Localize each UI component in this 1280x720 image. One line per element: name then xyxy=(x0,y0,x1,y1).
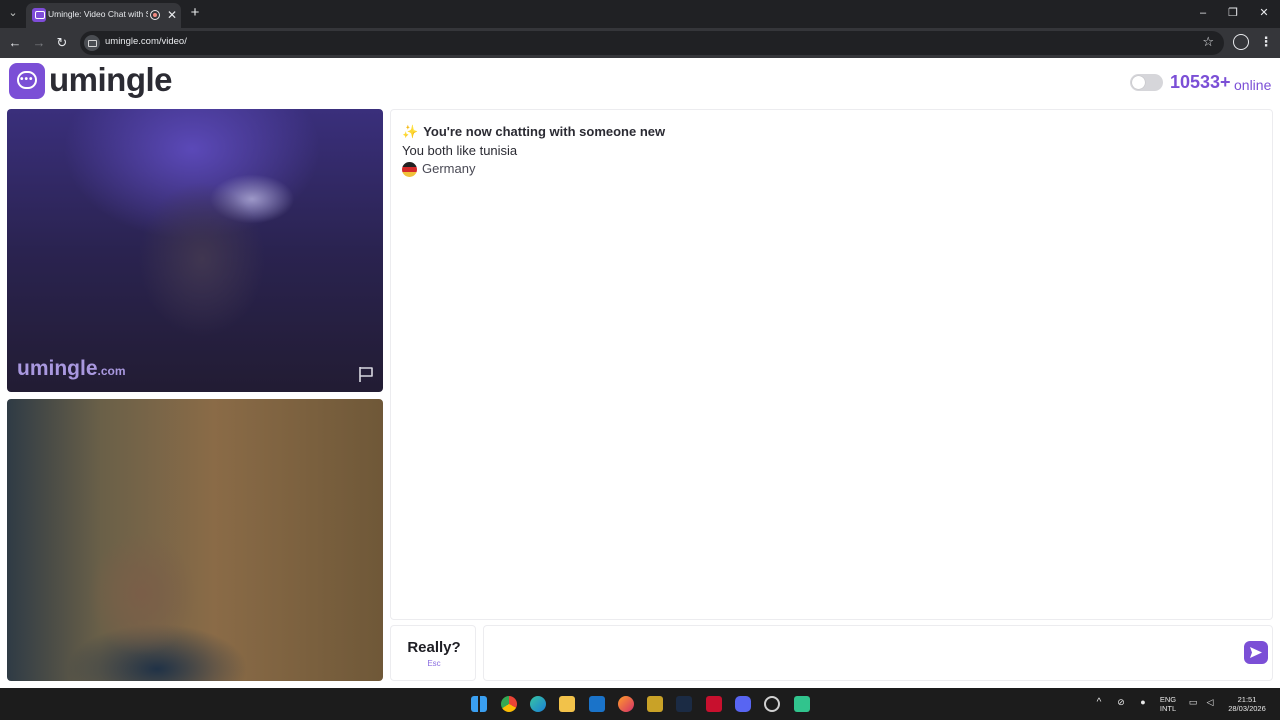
file-explorer-icon[interactable] xyxy=(559,696,575,712)
restore-button[interactable]: ❐ xyxy=(1223,5,1243,21)
self-video xyxy=(7,399,383,681)
watermark-text: umingle xyxy=(17,357,98,380)
recording-indicator-icon xyxy=(150,10,160,20)
online-label: online xyxy=(1234,77,1272,93)
umingle-favicon-icon xyxy=(32,8,46,22)
adobe-app-icon[interactable] xyxy=(706,696,722,712)
chat-system-message: ✨ You're now chatting with someone new xyxy=(402,124,665,140)
tab-search-icon[interactable]: ⌄ xyxy=(5,5,21,21)
display-icon[interactable]: ▭ xyxy=(1186,698,1200,707)
clock[interactable]: 21:51 28/03/2026 xyxy=(1222,695,1272,713)
window-close-button[interactable]: ✕ xyxy=(1254,5,1274,21)
sparkle-icon: ✨ xyxy=(402,124,419,139)
browser-menu-icon[interactable]: ⋮ xyxy=(1258,34,1274,50)
volume-icon[interactable]: ◁ xyxy=(1203,698,1217,707)
reload-icon[interactable]: ↻ xyxy=(53,34,71,52)
clock-time: 21:51 xyxy=(1237,695,1257,704)
clock-date: 28/03/2026 xyxy=(1228,704,1266,713)
umingle-page: ••• umingle 10533+ online umingle.com ✨ Y… xyxy=(0,58,1280,688)
stop-button[interactable]: Really? Esc xyxy=(390,625,476,681)
language-top: ENG xyxy=(1159,695,1177,704)
stranger-country: Germany xyxy=(422,161,476,176)
windows-start-icon[interactable] xyxy=(471,696,487,712)
chat-app-icon[interactable] xyxy=(794,696,810,712)
system-message-text: You're now chatting with someone new xyxy=(423,124,666,139)
online-count: 10533+ xyxy=(1170,72,1231,92)
tab-close-icon[interactable]: ✕ xyxy=(165,7,179,23)
logo-wordmark[interactable]: umingle xyxy=(49,61,173,99)
app-icon[interactable] xyxy=(764,696,780,712)
logo-dots: ••• xyxy=(20,74,34,85)
site-info-icon[interactable] xyxy=(84,35,100,51)
minimize-button[interactable]: – xyxy=(1193,5,1213,21)
video-watermark: umingle.com xyxy=(17,357,126,381)
send-button[interactable] xyxy=(1244,641,1268,664)
browser-tab-active[interactable]: Umingle: Video Chat with S ✕ xyxy=(26,3,181,28)
bookmark-star-icon[interactable]: ☆ xyxy=(1202,34,1214,50)
firefox-icon[interactable] xyxy=(618,696,634,712)
edge-icon[interactable] xyxy=(530,696,546,712)
send-icon xyxy=(1250,647,1262,658)
germany-flag-icon xyxy=(402,162,417,177)
windows-taskbar: ^ ⊘ ● ENG INTL ▭ ◁ 21:51 28/03/2026 xyxy=(0,688,1280,720)
tab-title: Umingle: Video Chat with S xyxy=(48,9,148,19)
notes-app-icon[interactable] xyxy=(647,696,663,712)
stranger-video: umingle.com xyxy=(7,109,383,392)
new-tab-button[interactable]: + xyxy=(187,5,203,21)
forward-arrow-icon[interactable]: → xyxy=(30,34,48,52)
address-bar[interactable]: umingle.com/video/ ☆ xyxy=(80,31,1224,55)
stop-button-label: Really? xyxy=(407,639,461,656)
stop-shortcut-hint: Esc xyxy=(427,659,441,668)
address-url[interactable]: umingle.com/video/ xyxy=(105,36,187,47)
discord-icon[interactable] xyxy=(735,696,751,712)
profile-icon[interactable] xyxy=(1233,34,1249,50)
browser-toolbar: ← → ↻ umingle.com/video/ ☆ xyxy=(0,28,1280,58)
theme-toggle[interactable] xyxy=(1130,74,1163,91)
report-flag-icon[interactable] xyxy=(357,365,375,383)
umingle-logo-icon[interactable]: ••• xyxy=(9,63,45,99)
chrome-icon[interactable] xyxy=(501,696,517,712)
back-arrow-icon[interactable]: ← xyxy=(6,34,24,52)
outlook-icon[interactable] xyxy=(589,696,605,712)
language-indicator[interactable]: ENG INTL xyxy=(1157,695,1179,713)
browser-tab-bar: ⌄ Umingle: Video Chat with S ✕ + – ❐ ✕ xyxy=(0,0,1280,28)
language-bottom: INTL xyxy=(1159,704,1177,713)
message-input[interactable] xyxy=(483,625,1273,681)
tray-chevron-icon[interactable]: ^ xyxy=(1093,698,1105,708)
chat-log: ✨ You're now chatting with someone new Yo… xyxy=(390,109,1273,620)
common-interest-message: You both like tunisia xyxy=(402,143,518,158)
steam-icon[interactable] xyxy=(676,696,692,712)
network-off-icon[interactable]: ⊘ xyxy=(1114,698,1128,707)
watermark-tld: .com xyxy=(97,364,126,378)
microphone-icon[interactable]: ● xyxy=(1136,698,1150,707)
